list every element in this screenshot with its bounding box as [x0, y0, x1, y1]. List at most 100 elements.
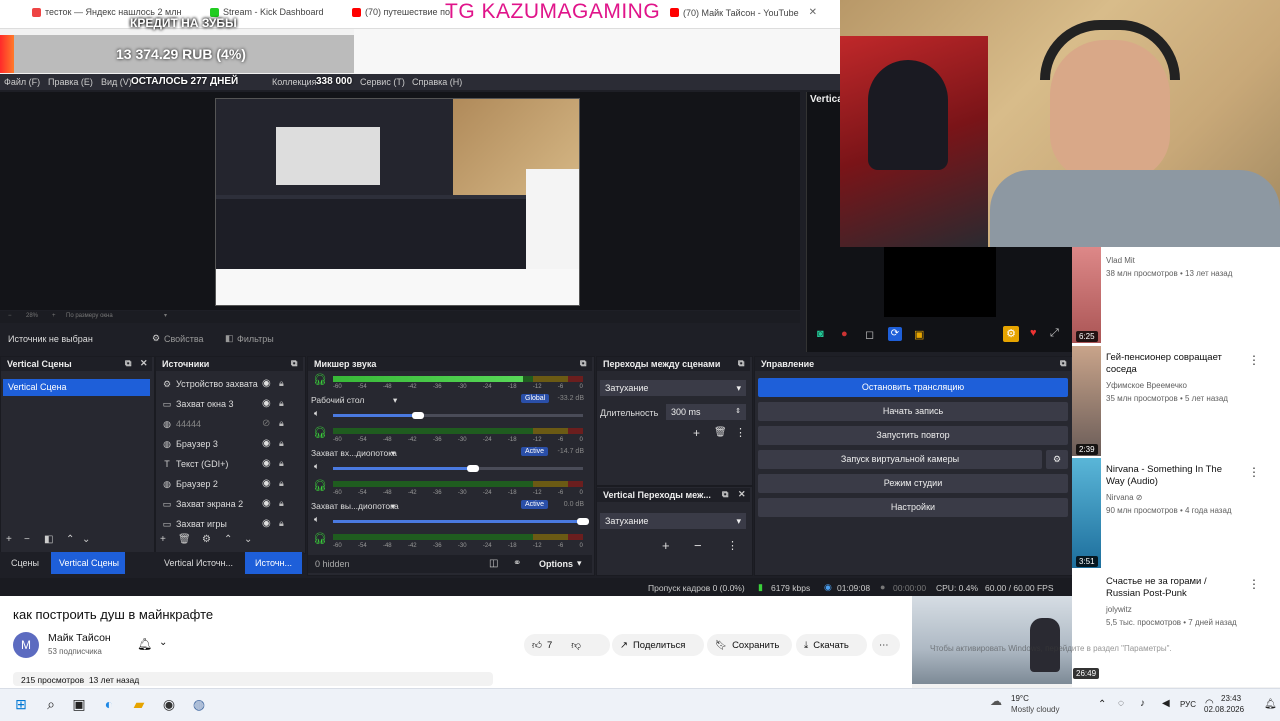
- heart-icon[interactable]: ♥: [1030, 327, 1037, 339]
- zoom-out-icon[interactable]: −: [8, 313, 12, 319]
- volume-knob[interactable]: [577, 518, 589, 525]
- chevron-down-icon[interactable]: ⌄: [159, 637, 167, 648]
- close-tab-icon[interactable]: ✕: [809, 7, 817, 18]
- chevron-down-icon[interactable]: ▾: [391, 501, 395, 512]
- share-button[interactable]: ↗ Поделиться: [612, 634, 704, 656]
- stream-icon[interactable]: ⟳: [888, 327, 902, 341]
- dislike-icon[interactable]: 👎︎: [571, 639, 581, 651]
- headphones-icon[interactable]: 🎧︎: [313, 480, 327, 492]
- remove-icon[interactable]: −: [694, 538, 702, 553]
- move-down-icon[interactable]: ⌄: [82, 534, 90, 545]
- source-row[interactable]: ◍ 44444 ⊘ 🔒︎: [162, 415, 300, 434]
- more-icon[interactable]: ⋮: [735, 426, 746, 439]
- channel-name[interactable]: Майк Тайсон: [48, 632, 111, 644]
- headphones-icon[interactable]: 🎧︎: [313, 427, 327, 439]
- close-icon[interactable]: ✕: [738, 489, 746, 500]
- duration-input[interactable]: 300 ms ⇕: [666, 404, 746, 420]
- start-recording-button[interactable]: Начать запись: [758, 402, 1068, 421]
- avatar[interactable]: M: [13, 632, 39, 658]
- menu-view[interactable]: Вид (V): [101, 77, 132, 87]
- network-icon[interactable]: ◌: [1118, 698, 1124, 709]
- task-view-icon[interactable]: ▣: [70, 695, 88, 713]
- eye-icon[interactable]: ◉: [262, 518, 271, 529]
- menu-edit[interactable]: Правка (E): [48, 77, 93, 87]
- channel-name[interactable]: jolywitz: [1106, 605, 1132, 614]
- source-row[interactable]: ◍ Браузер 2 ◉ 🔒︎: [162, 475, 300, 494]
- video-title[interactable]: Гей-пенсионер совращает соседа: [1106, 352, 1241, 376]
- tab-sources[interactable]: Источн...: [245, 552, 302, 574]
- menu-collection[interactable]: Коллекция: [272, 77, 317, 87]
- video-title[interactable]: Nirvana - Something In The Way (Audio): [1106, 464, 1241, 488]
- lock-icon[interactable]: 🔒︎: [279, 498, 284, 509]
- settings-button[interactable]: Настройки: [758, 498, 1068, 517]
- start-virtual-camera-button[interactable]: Запуск виртуальной камеры: [758, 450, 1042, 469]
- save-button[interactable]: 🔖︎ Сохранить: [707, 634, 792, 656]
- menu-tools[interactable]: Сервис (T): [360, 77, 405, 87]
- source-row[interactable]: ◍ Браузер 3 ◉ 🔒︎: [162, 435, 300, 454]
- eye-icon[interactable]: ◉: [262, 438, 271, 449]
- source-row[interactable]: ▭ Захват экрана 2 ◉ 🔒︎: [162, 495, 300, 514]
- tab-vertical-sources[interactable]: Vertical Источн...: [164, 558, 233, 568]
- virtual-camera-settings-icon[interactable]: ⚙: [1046, 450, 1068, 469]
- add-icon[interactable]: +: [662, 538, 670, 553]
- speaker-icon[interactable]: 🔈︎: [314, 514, 319, 525]
- fit-dropdown-icon[interactable]: ▾: [164, 312, 167, 319]
- video-thumbnail[interactable]: [1072, 346, 1101, 456]
- chevron-down-icon[interactable]: ▾: [391, 448, 395, 459]
- language-indicator[interactable]: РУС: [1180, 700, 1196, 709]
- gear-icon[interactable]: ⚙: [1003, 326, 1019, 342]
- move-down-icon[interactable]: ⌄: [244, 534, 252, 545]
- headphones-icon[interactable]: 🎧︎: [313, 533, 327, 545]
- spinner-icon[interactable]: ⇕: [735, 407, 741, 415]
- menu-help[interactable]: Справка (H): [412, 77, 462, 87]
- channel-name[interactable]: Уфимское Вреемечко: [1106, 381, 1187, 390]
- eye-off-icon[interactable]: ⊘: [262, 418, 270, 429]
- undock-icon[interactable]: ⧉: [738, 358, 744, 369]
- mixer-link-icon[interactable]: ⚭: [513, 558, 521, 569]
- lock-icon[interactable]: 🔒︎: [279, 458, 284, 469]
- scene-item[interactable]: Vertical Сцена: [3, 379, 150, 396]
- filter-icon[interactable]: ◧: [44, 534, 53, 545]
- obs-icon[interactable]: ◉: [160, 695, 178, 713]
- tab-vertical-scenes[interactable]: Vertical Сцены: [51, 552, 125, 574]
- start-replay-button[interactable]: Запустить повтор: [758, 426, 1068, 445]
- zoom-in-icon[interactable]: +: [52, 313, 56, 319]
- lock-icon[interactable]: 🔒︎: [279, 418, 284, 429]
- source-row[interactable]: ▭ Захват игры ◉ 🔒︎: [162, 515, 300, 534]
- download-button[interactable]: ⤓ Скачать: [796, 634, 867, 656]
- move-up-icon[interactable]: ⌃: [224, 534, 232, 545]
- mixer-layout-icon[interactable]: ◫: [489, 558, 498, 569]
- tab-scenes[interactable]: Сцены: [11, 558, 39, 568]
- vertical-transition-select[interactable]: Затухание ▾: [600, 513, 746, 529]
- audio-icon[interactable]: ◙: [817, 328, 824, 340]
- file-explorer-icon[interactable]: ▰: [130, 695, 148, 713]
- record-icon[interactable]: ●: [841, 328, 848, 340]
- studio-mode-button[interactable]: Режим студии: [758, 474, 1068, 493]
- eye-icon[interactable]: ◉: [262, 398, 271, 409]
- more-icon[interactable]: ⋮: [1248, 353, 1260, 367]
- volume-icon[interactable]: ◀: [1162, 698, 1170, 709]
- more-icon[interactable]: ⋮: [727, 539, 738, 552]
- lock-icon[interactable]: 🔒︎: [279, 378, 284, 389]
- undock-icon[interactable]: ⧉: [291, 358, 297, 369]
- trash-icon[interactable]: 🗑︎: [714, 427, 727, 438]
- lock-icon[interactable]: 🔒︎: [279, 478, 284, 489]
- notification-icon[interactable]: 🔔︎: [1264, 699, 1277, 710]
- undock-icon[interactable]: ⧉: [1060, 358, 1066, 369]
- lock-icon[interactable]: 🔒︎: [279, 398, 284, 409]
- video-thumbnail[interactable]: [1072, 247, 1101, 343]
- eye-icon[interactable]: ◉: [262, 378, 271, 389]
- undock-icon[interactable]: ⧉: [580, 358, 586, 369]
- eye-icon[interactable]: ◉: [262, 498, 271, 509]
- channel-name[interactable]: Vlad Mit: [1106, 256, 1135, 265]
- folder-icon[interactable]: ▣: [914, 328, 924, 341]
- headphones-icon[interactable]: 🎧︎: [313, 374, 327, 386]
- windows-start-icon[interactable]: ⊞: [12, 695, 30, 713]
- more-icon[interactable]: ⋮: [1248, 465, 1260, 479]
- options-button[interactable]: Options: [539, 559, 573, 569]
- microphone-icon[interactable]: ♪: [1140, 698, 1145, 709]
- channel-name[interactable]: Nirvana ⊘: [1106, 493, 1143, 502]
- clock-date[interactable]: 02.08.2026: [1204, 705, 1244, 714]
- clock-time[interactable]: 23:43: [1221, 694, 1241, 703]
- speaker-icon[interactable]: 🔈︎: [314, 461, 319, 472]
